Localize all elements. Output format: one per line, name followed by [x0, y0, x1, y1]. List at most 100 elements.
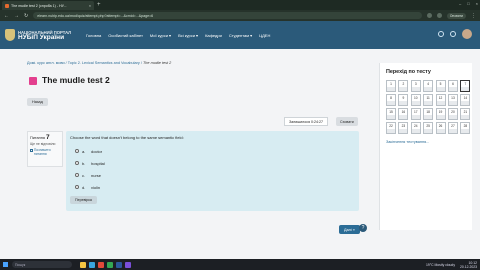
quiz-nav-button[interactable]: 11 — [423, 94, 434, 106]
answer-option-d[interactable]: d. violin — [75, 183, 355, 191]
menu-item-cden[interactable]: ЦДЕН — [259, 33, 270, 38]
minimize-icon[interactable]: – — [459, 1, 461, 6]
answer-option-b[interactable]: b. hospital — [75, 159, 355, 167]
quiz-nav-button[interactable]: 14 — [460, 94, 471, 106]
site-header: НАЦІОНАЛЬНИЙ ПОРТАЛ НУБіП України Головн… — [0, 21, 480, 49]
breadcrumb-course[interactable]: Домі. курс англ. мови — [27, 61, 65, 65]
quiz-nav-button[interactable]: 15 — [386, 108, 396, 120]
portal-logo[interactable]: НАЦІОНАЛЬНИЙ ПОРТАЛ НУБіП України — [0, 29, 84, 41]
help-icon[interactable]: ? — [359, 224, 367, 232]
new-tab-icon[interactable]: + — [97, 1, 101, 9]
option-text: violin — [91, 184, 101, 190]
check-button[interactable]: Перевірка — [70, 196, 97, 204]
quiz-nav-button[interactable]: 2 — [398, 80, 409, 92]
quiz-nav-button[interactable]: 4 — [423, 80, 434, 92]
menu-item-all-courses[interactable]: Всі курси ▾ — [178, 33, 198, 38]
quiz-nav-button[interactable]: 19 — [435, 108, 446, 120]
quiz-nav-button[interactable]: 26 — [435, 122, 446, 134]
quiz-nav-button[interactable]: 10 — [410, 94, 421, 106]
chrome-icon[interactable] — [107, 261, 113, 268]
radio-button[interactable] — [75, 185, 79, 189]
question-label: Питання — [30, 136, 45, 140]
option-letter: b. — [82, 160, 86, 166]
back-button[interactable]: Назад — [27, 98, 48, 106]
quiz-nav-button[interactable]: 18 — [423, 108, 434, 120]
quiz-nav-button[interactable]: 24 — [410, 122, 421, 134]
question-number: 7 — [45, 134, 50, 141]
browser-menu-icon[interactable]: ⋮ — [471, 13, 476, 19]
question-grid: 1 2 3 4 5 6 7 8 9 10 11 12 13 14 15 16 1… — [386, 80, 471, 134]
quiz-nav-button[interactable]: 13 — [447, 94, 458, 106]
quiz-nav-button[interactable]: 27 — [447, 122, 458, 134]
quiz-nav-button[interactable]: 22 — [386, 122, 396, 134]
quiz-nav-button[interactable]: 1 — [386, 80, 396, 92]
breadcrumb-topic[interactable]: Topic 2. Lexical Semantics and Vocabular… — [68, 61, 140, 65]
menu-item-dashboard[interactable]: Особистий кабінет — [108, 33, 143, 38]
quiz-nav-button[interactable]: 25 — [423, 122, 434, 134]
menu-item-home[interactable]: Головна — [86, 33, 101, 38]
quiz-nav-button[interactable]: 6 — [447, 80, 458, 92]
quiz-nav-button[interactable]: 21 — [460, 108, 471, 120]
weather-widget[interactable]: 19°C Mostly cloudy — [426, 263, 455, 267]
option-letter: d. — [82, 184, 86, 190]
messages-icon[interactable] — [450, 31, 456, 37]
edge-icon[interactable] — [89, 261, 95, 268]
file-explorer-icon[interactable] — [80, 261, 86, 268]
next-page-button[interactable]: Далі » — [339, 225, 360, 234]
maximize-icon[interactable]: □ — [467, 1, 469, 6]
hide-timer-button[interactable]: Сховати — [336, 117, 358, 126]
quiz-navigation-panel: Перехід по тесту 1 2 3 4 5 6 7 8 9 10 11… — [379, 63, 472, 230]
quiz-nav-button[interactable]: 28 — [460, 122, 471, 134]
app-icon[interactable] — [125, 261, 131, 268]
notification-bell-icon[interactable] — [438, 31, 444, 37]
option-text: nurse — [91, 172, 102, 178]
app-icon[interactable] — [98, 261, 104, 268]
flag-question-link[interactable]: Позначити питання — [30, 148, 60, 156]
option-letter: a. — [82, 148, 86, 154]
university-emblem-icon — [5, 29, 15, 41]
taskbar-apps — [80, 261, 131, 268]
answer-option-a[interactable]: a. doctor — [75, 147, 355, 155]
menu-item-departments[interactable]: Кафедри — [205, 33, 222, 38]
finish-attempt-link[interactable]: Закінчення тестування... — [386, 140, 466, 144]
close-window-icon[interactable]: × — [476, 1, 478, 6]
update-button[interactable]: Оновити — [446, 12, 466, 19]
quiz-nav-button-current[interactable]: 7 — [460, 80, 471, 92]
close-tab-icon[interactable]: × — [89, 4, 91, 8]
quiz-nav-button[interactable]: 12 — [435, 94, 446, 106]
back-arrow-icon[interactable]: ← — [4, 13, 9, 19]
answer-option-c[interactable]: c. nurse — [75, 171, 355, 179]
logo-line1: НАЦІОНАЛЬНИЙ ПОРТАЛ — [18, 30, 72, 35]
quiz-nav-button[interactable]: 20 — [447, 108, 458, 120]
reload-icon[interactable]: ↻ — [24, 13, 28, 19]
radio-button[interactable] — [75, 161, 79, 165]
word-icon[interactable] — [116, 261, 122, 268]
browser-tab-bar: The mudle test 2 (спроба 1) - НУ... × + … — [0, 0, 480, 10]
logo-line2: НУБіП України — [18, 34, 65, 41]
windows-start-icon[interactable] — [3, 262, 8, 267]
radio-button[interactable] — [75, 149, 79, 153]
quiz-nav-button[interactable]: 16 — [398, 108, 409, 120]
avatar[interactable] — [462, 29, 472, 39]
forward-arrow-icon[interactable]: → — [14, 13, 19, 19]
quiz-nav-button[interactable]: 8 — [386, 94, 396, 106]
menu-item-students[interactable]: Студентам ▾ — [229, 33, 252, 38]
quiz-nav-button[interactable]: 5 — [435, 80, 446, 92]
menu-item-my-courses[interactable]: Мої курси ▾ — [150, 33, 171, 38]
quiz-nav-button[interactable]: 23 — [398, 122, 409, 134]
radio-button[interactable] — [75, 173, 79, 177]
url-field[interactable]: elearn.nubip.edu.ua/mod/quiz/attempt.php… — [33, 12, 422, 19]
clock[interactable]: 10:12 20.12.2023 — [460, 261, 477, 269]
extension-icon[interactable] — [426, 13, 432, 18]
quiz-nav-button[interactable]: 3 — [410, 80, 421, 92]
address-bar: ← → ↻ elearn.nubip.edu.ua/mod/quiz/attem… — [0, 10, 480, 21]
profile-icon[interactable] — [436, 13, 442, 18]
taskbar-search[interactable]: Пошук — [12, 261, 72, 268]
quiz-nav-button[interactable]: 9 — [398, 94, 409, 106]
question-status: Ще не відповіли — [30, 142, 56, 146]
clock-date: 20.12.2023 — [460, 264, 477, 269]
browser-tab[interactable]: The mudle test 2 (спроба 1) - НУ... × — [2, 1, 94, 10]
option-text: doctor — [91, 148, 103, 154]
breadcrumb: Домі. курс англ. мови / Topic 2. Lexical… — [27, 61, 171, 65]
quiz-nav-button[interactable]: 17 — [410, 108, 421, 120]
